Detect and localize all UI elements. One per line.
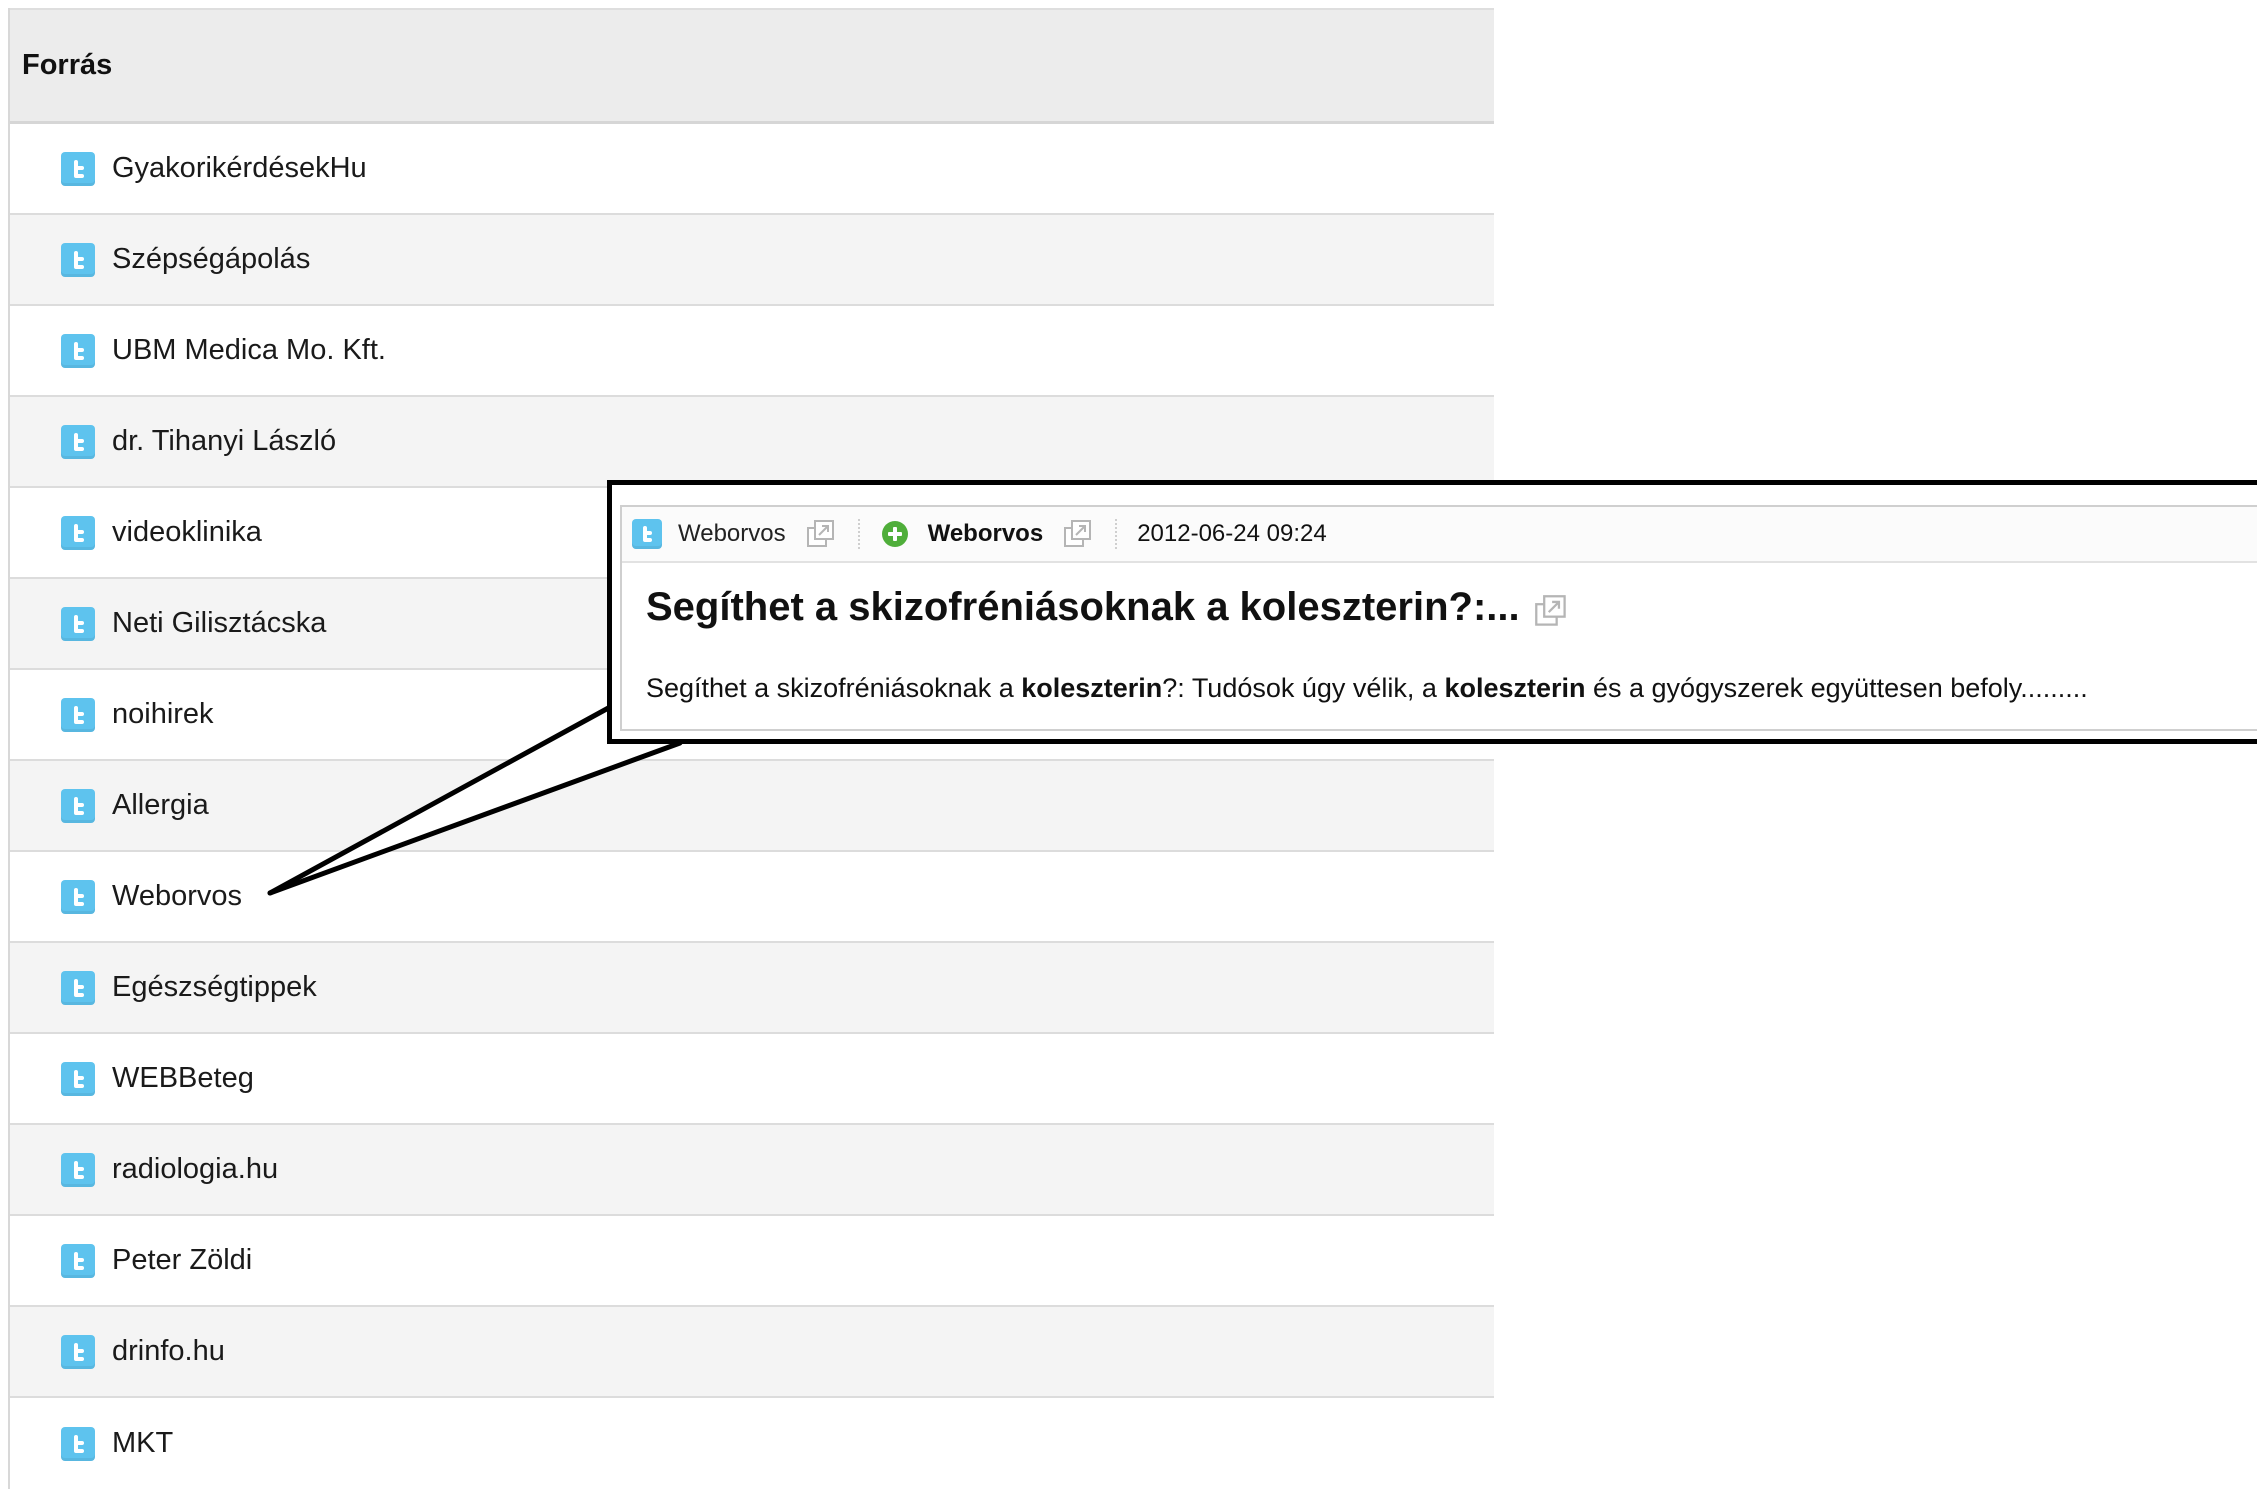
twitter-icon [632,519,662,549]
post-date: 2012-06-24 09:24 [1137,520,1327,547]
tweet-body: Segíthet a skizofréniásoknak a koleszter… [646,673,2088,704]
tweet-card: Weborvos Weborvos 2012-06-24 09:24 Segít… [620,505,2257,731]
tweet-header: Weborvos Weborvos 2012-06-24 09:24 [622,507,2257,563]
body-text: Segíthet a skizofréniásoknak a [646,673,1022,703]
tweet-title-text[interactable]: Segíthet a skizofréniásoknak a koleszter… [646,585,1520,630]
body-text: és a gyógyszerek együttesen befoly......… [1585,673,2088,703]
plus-icon[interactable] [881,521,908,547]
highlight-keyword: koleszterin [1444,673,1586,703]
external-link-icon[interactable] [1534,593,1566,626]
author-name[interactable]: Weborvos [928,520,1044,548]
divider [857,519,860,549]
tweet-title[interactable]: Segíthet a skizofréniásoknak a koleszter… [646,585,1566,630]
tweet-preview-popup: Weborvos Weborvos 2012-06-24 09:24 Segít… [607,480,2257,744]
source-name[interactable]: Weborvos [678,520,786,548]
body-text: ?: Tudósok úgy vélik, a [1162,673,1445,703]
divider [1115,519,1118,549]
highlight-keyword: koleszterin [1021,673,1163,703]
external-link-icon[interactable] [1063,519,1093,549]
external-link-icon[interactable] [806,519,836,549]
